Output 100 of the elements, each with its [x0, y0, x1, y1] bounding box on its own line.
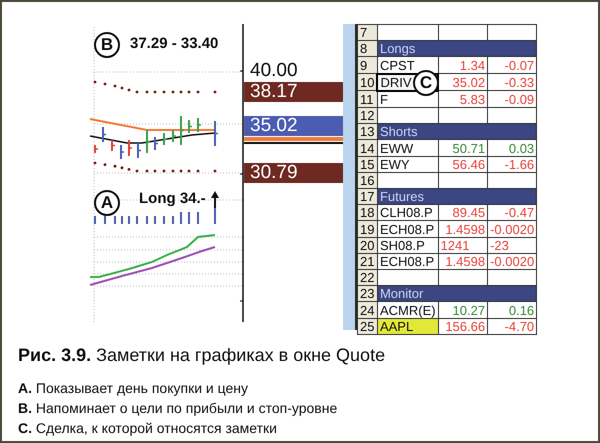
band-dot	[154, 90, 156, 94]
change-cell: -1.66	[488, 156, 537, 172]
price-bar	[111, 140, 115, 151]
band-dot	[146, 170, 148, 172]
change-cell: -4.70	[488, 318, 537, 334]
band-dot	[172, 170, 174, 172]
price-tick-label: 40.00	[249, 61, 299, 81]
band-dot	[104, 82, 106, 86]
symbol-cell[interactable]: EWY	[377, 156, 438, 172]
row-number: 10	[358, 74, 378, 91]
note-marker: A	[94, 190, 120, 216]
band-dot	[154, 170, 156, 172]
symbol-cell[interactable]: ACMR(E)	[377, 302, 438, 318]
price-bar	[120, 145, 124, 159]
symbol-cell[interactable]: EWW	[377, 140, 438, 156]
band-dot	[94, 162, 96, 164]
band-dot	[128, 88, 130, 92]
band-dot	[120, 86, 124, 90]
row-number: 18	[358, 204, 378, 221]
band-dot	[128, 168, 130, 171]
band-dot	[114, 164, 116, 168]
band-dot	[180, 170, 182, 172]
band-dot	[188, 90, 190, 94]
caption-note: C. Сделка, к которой относятся заметки	[18, 420, 278, 436]
band-dot	[104, 163, 106, 166]
row-number: 19	[358, 220, 378, 238]
price-bar	[94, 145, 98, 153]
caption-note: B. Напоминает о цели по прибыли и стоп-уровне	[18, 400, 338, 416]
band-dot	[120, 166, 124, 170]
price-bar	[102, 127, 106, 142]
change-cell: -23	[488, 237, 537, 254]
band-dot	[214, 170, 216, 172]
price-level-label: 38.17	[244, 82, 343, 102]
row-number: 17	[358, 188, 378, 205]
last-price-label: 35.02	[244, 116, 343, 136]
symbol-cell[interactable]: CLH08.P	[377, 204, 438, 221]
row-number: 25	[358, 318, 378, 334]
band-dot	[172, 90, 174, 94]
note-marker: C	[413, 70, 439, 96]
section-header: Monitor	[377, 286, 537, 302]
symbol-cell[interactable]: AAPL	[377, 318, 438, 334]
row-number: 11	[358, 90, 378, 108]
price-cell: 1241	[438, 237, 488, 254]
row-number: 8	[358, 40, 378, 57]
section-header: Longs	[377, 40, 537, 57]
price-cell: 1.34	[438, 56, 488, 74]
band-dot	[162, 90, 166, 94]
section-header: Futures	[377, 188, 537, 205]
row-number: 15	[358, 156, 378, 172]
row-number: 24	[358, 302, 378, 318]
change-cell: -0.0020	[488, 220, 537, 238]
row-number: 7	[358, 24, 378, 41]
price-bar	[172, 130, 176, 142]
band-dot	[136, 170, 138, 172]
price-bar	[163, 133, 167, 145]
price-cell: 156.66	[438, 318, 488, 334]
band-dot	[188, 170, 190, 172]
band-dot	[94, 80, 96, 84]
row-number: 23	[358, 286, 378, 302]
price-cell: 56.46	[438, 156, 488, 172]
row-number: 14	[358, 140, 378, 156]
price-cell: 5.83	[438, 90, 488, 108]
band-dot	[180, 90, 182, 94]
section-header: Shorts	[377, 124, 537, 140]
change-cell: -0.33	[488, 74, 537, 91]
price-bar	[146, 130, 150, 153]
row-number: 12	[358, 108, 378, 124]
change-cell: -0.0020	[488, 253, 537, 270]
caption-note: A. Показывает день покупки и цену	[18, 380, 249, 396]
row-number: 16	[358, 172, 378, 189]
up-arrow-icon	[211, 191, 219, 208]
price-bar	[214, 121, 218, 146]
change-cell: 0.16	[488, 302, 537, 318]
symbol-cell[interactable]: SH08.P	[377, 237, 438, 254]
band-dot	[146, 90, 148, 94]
price-cell: 1.4598	[438, 253, 488, 270]
band-dot	[214, 90, 216, 94]
note-marker: B	[94, 32, 120, 58]
price-bar	[154, 137, 158, 150]
symbol-cell[interactable]: ECH08.P	[377, 220, 438, 238]
row-number: 13	[358, 124, 378, 140]
change-cell: -0.47	[488, 204, 537, 221]
band-dot	[162, 170, 166, 172]
price-cell: 50.71	[438, 140, 488, 156]
price-cell: 1.4598	[438, 220, 488, 238]
price-level-label: 30.79	[244, 163, 343, 183]
price-bar	[137, 143, 141, 158]
change-cell: 0.03	[488, 140, 537, 156]
row-number: 20	[358, 237, 378, 254]
chart-note: Long 34.-	[139, 190, 206, 207]
price-bar	[197, 118, 201, 132]
change-cell: -0.07	[488, 56, 537, 74]
figure-caption: Рис. 3.9. Заметки на графиках в окне Quote	[18, 345, 386, 366]
price-bar	[188, 120, 192, 133]
band-dot	[196, 170, 200, 172]
price-bar	[128, 140, 132, 156]
band-dot	[136, 90, 138, 94]
row-number: 9	[358, 56, 378, 74]
symbol-cell[interactable]: ECH08.P	[377, 253, 438, 270]
row-number: 21	[358, 253, 378, 270]
